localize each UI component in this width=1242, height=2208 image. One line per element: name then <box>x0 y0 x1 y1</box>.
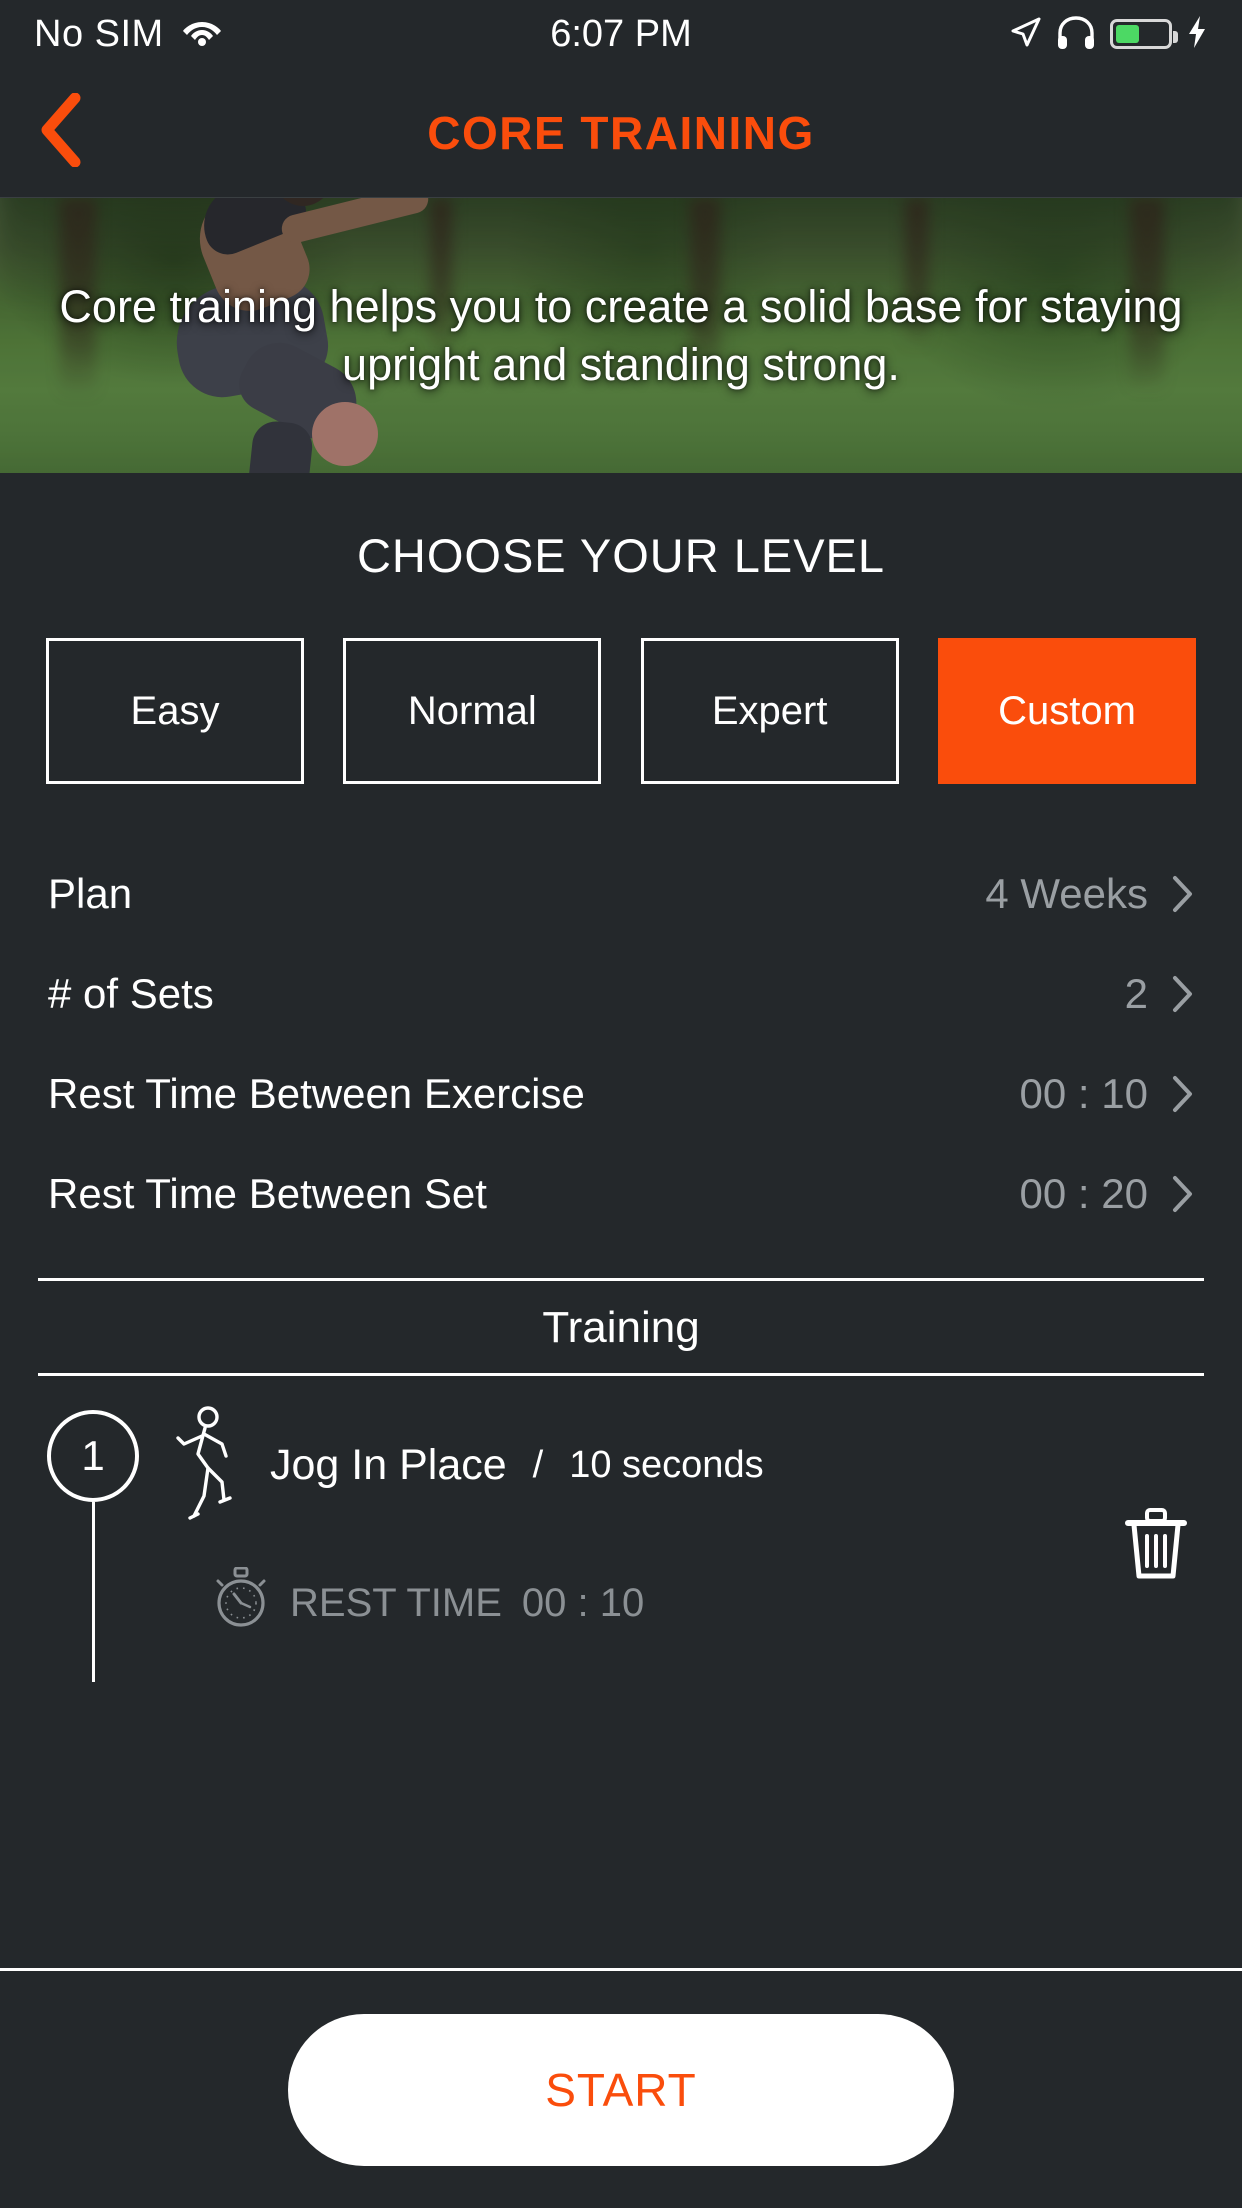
level-selector: Easy Normal Expert Custom <box>0 638 1242 784</box>
start-button[interactable]: START <box>288 2013 954 2166</box>
exercise-separator: / <box>532 1444 544 1486</box>
exercise-main-line: Jog In Place / 10 seconds <box>164 1404 1204 1527</box>
divider-bottom <box>38 1373 1204 1376</box>
hero-banner: Core training helps you to create a soli… <box>0 198 1242 473</box>
wifi-icon <box>182 17 222 52</box>
app-screen: No SIM 6:07 PM CORE TRAINING Core traini… <box>0 0 1242 2208</box>
status-left-group: No SIM <box>34 13 222 56</box>
chevron-right-icon <box>1172 1075 1194 1113</box>
exercise-row[interactable]: 1 Jog In Place / 10 seconds REST TIME 00… <box>38 1404 1204 1682</box>
carrier-label: No SIM <box>34 12 164 55</box>
setting-row-rest-between-set[interactable]: Rest Time Between Set 00 : 20 <box>48 1144 1194 1244</box>
page-title: CORE TRAINING <box>427 106 815 159</box>
exercise-rest-label: REST TIME <box>290 1580 502 1625</box>
setting-value: 00 : 10 <box>1019 1070 1148 1117</box>
setting-row-sets[interactable]: # of Sets 2 <box>48 944 1194 1044</box>
stopwatch-icon <box>212 1566 270 1639</box>
battery-icon <box>1110 19 1178 49</box>
exercise-list: 1 Jog In Place / 10 seconds REST TIME 00… <box>0 1404 1242 1682</box>
running-person-icon <box>164 1404 248 1527</box>
exercise-index-column: 1 <box>38 1404 148 1682</box>
bottom-action-bar: START <box>0 1968 1242 2208</box>
exercise-name: Jog In Place <box>270 1441 507 1489</box>
exercise-body: Jog In Place / 10 seconds REST TIME 00:… <box>148 1404 1204 1639</box>
setting-value: 00 : 20 <box>1019 1170 1148 1217</box>
level-option-label: Custom <box>998 688 1136 733</box>
level-option-label: Easy <box>130 688 220 733</box>
setting-label: Rest Time Between Set <box>48 1170 487 1218</box>
exercise-rest-line: REST TIME 00 : 10 <box>164 1566 1204 1639</box>
setting-value: 2 <box>1124 970 1148 1017</box>
setting-row-plan[interactable]: Plan 4 Weeks <box>48 844 1194 944</box>
chevron-right-icon <box>1172 1175 1194 1213</box>
chevron-right-icon <box>1172 975 1194 1013</box>
level-option-expert[interactable]: Expert <box>640 638 899 784</box>
setting-value: 4 Weeks <box>985 870 1148 917</box>
setting-row-rest-between-exercise[interactable]: Rest Time Between Exercise 00 : 10 <box>48 1044 1194 1144</box>
training-section-header: Training <box>0 1278 1242 1376</box>
exercise-index-badge: 1 <box>47 1410 139 1502</box>
timeline-connector <box>91 1502 95 1682</box>
setting-label: Plan <box>48 870 133 918</box>
status-right-group <box>1008 15 1208 54</box>
exercise-rest-value: 00 : 10 <box>521 1580 645 1625</box>
choose-level-heading: CHOOSE YOUR LEVEL <box>356 529 886 582</box>
level-option-easy[interactable]: Easy <box>46 638 304 784</box>
level-option-normal[interactable]: Normal <box>343 638 602 784</box>
nav-bar: CORE TRAINING <box>0 68 1242 198</box>
hero-description: Core training helps you to create a soli… <box>59 280 1183 390</box>
settings-list: Plan 4 Weeks # of Sets 2 Rest Time Betwe… <box>0 844 1242 1244</box>
lightning-bolt-icon <box>1186 15 1208 54</box>
exercise-duration: 10 seconds <box>569 1444 764 1486</box>
battery-level-fill <box>1116 25 1139 43</box>
content-scroll-area[interactable]: CHOOSE YOUR LEVEL Easy Normal Expert Cus… <box>0 473 1242 1968</box>
trash-icon <box>1120 1508 1192 1586</box>
location-arrow-icon <box>1008 15 1042 54</box>
level-option-label: Normal <box>407 688 537 733</box>
setting-label: Rest Time Between Exercise <box>48 1070 585 1118</box>
level-option-label: Expert <box>711 688 828 733</box>
setting-label: # of Sets <box>48 970 214 1018</box>
back-button[interactable] <box>26 92 96 173</box>
delete-exercise-button[interactable] <box>1120 1506 1192 1582</box>
training-heading: Training <box>542 1303 700 1352</box>
chevron-right-icon <box>1172 875 1194 913</box>
back-chevron-icon <box>37 92 85 172</box>
headphones-icon <box>1056 15 1096 54</box>
status-bar: No SIM 6:07 PM <box>0 0 1242 68</box>
level-option-custom[interactable]: Custom <box>937 638 1196 784</box>
